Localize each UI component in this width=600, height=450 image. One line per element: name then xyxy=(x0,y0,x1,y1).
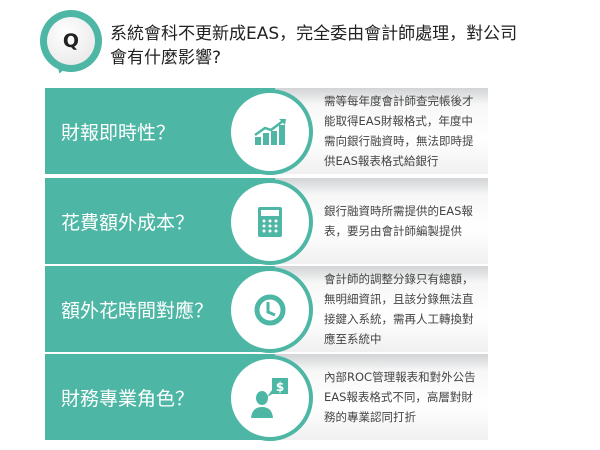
calculator-icon xyxy=(227,179,313,265)
row-extra-cost: 花費額外成本？ 銀行融資時所需提供的EAS報表，要另由會計師編製提供 xyxy=(45,178,488,265)
row-extra-time: 額外花時間對應？ 會計師的調整分錄只有總額，無明細資訊，且該分錄無法直接鍵入系統… xyxy=(45,266,488,353)
clock-icon xyxy=(227,267,313,353)
row-title: 財報即時性？ xyxy=(61,121,176,144)
svg-text:$: $ xyxy=(276,380,284,394)
row-description: 銀行融資時所需提供的EAS報表，要另由會計師編製提供 xyxy=(324,204,473,238)
row-title: 額外花時間對應？ xyxy=(61,299,214,322)
q-badge: Q xyxy=(47,17,95,65)
person-dollar-icon: $ xyxy=(227,355,313,441)
row-title: 財務專業角色？ xyxy=(61,387,195,410)
row-description: 會計師的調整分錄只有總額，無明細資訊，且該分錄無法直接鍵入系統，需再人工轉換對應… xyxy=(324,272,474,346)
row-title: 花費額外成本？ xyxy=(61,211,195,234)
row-finance-role: 財務專業角色？ $ 內部ROC管理報表和對外公告EAS報表格式不同，高層對財務的… xyxy=(45,354,488,441)
row-description: 需等每年度會計師查完帳後才能取得EAS財報格式，年度中需向銀行融資時，無法即時提… xyxy=(324,94,474,168)
row-report-timeliness: 財報即時性？ 需等每年度會計師查完帳後才能取得EAS財報格式，年度中需向銀行融資… xyxy=(45,88,488,175)
row-description: 內部ROC管理報表和對外公告EAS報表格式不同，高層對財務的專業認同打折 xyxy=(324,370,476,424)
question-text: 系統會科不更新成EAS，完全委由會計師處理，對公司會有什麼影響? xyxy=(110,24,518,68)
growth-chart-icon xyxy=(227,89,313,175)
